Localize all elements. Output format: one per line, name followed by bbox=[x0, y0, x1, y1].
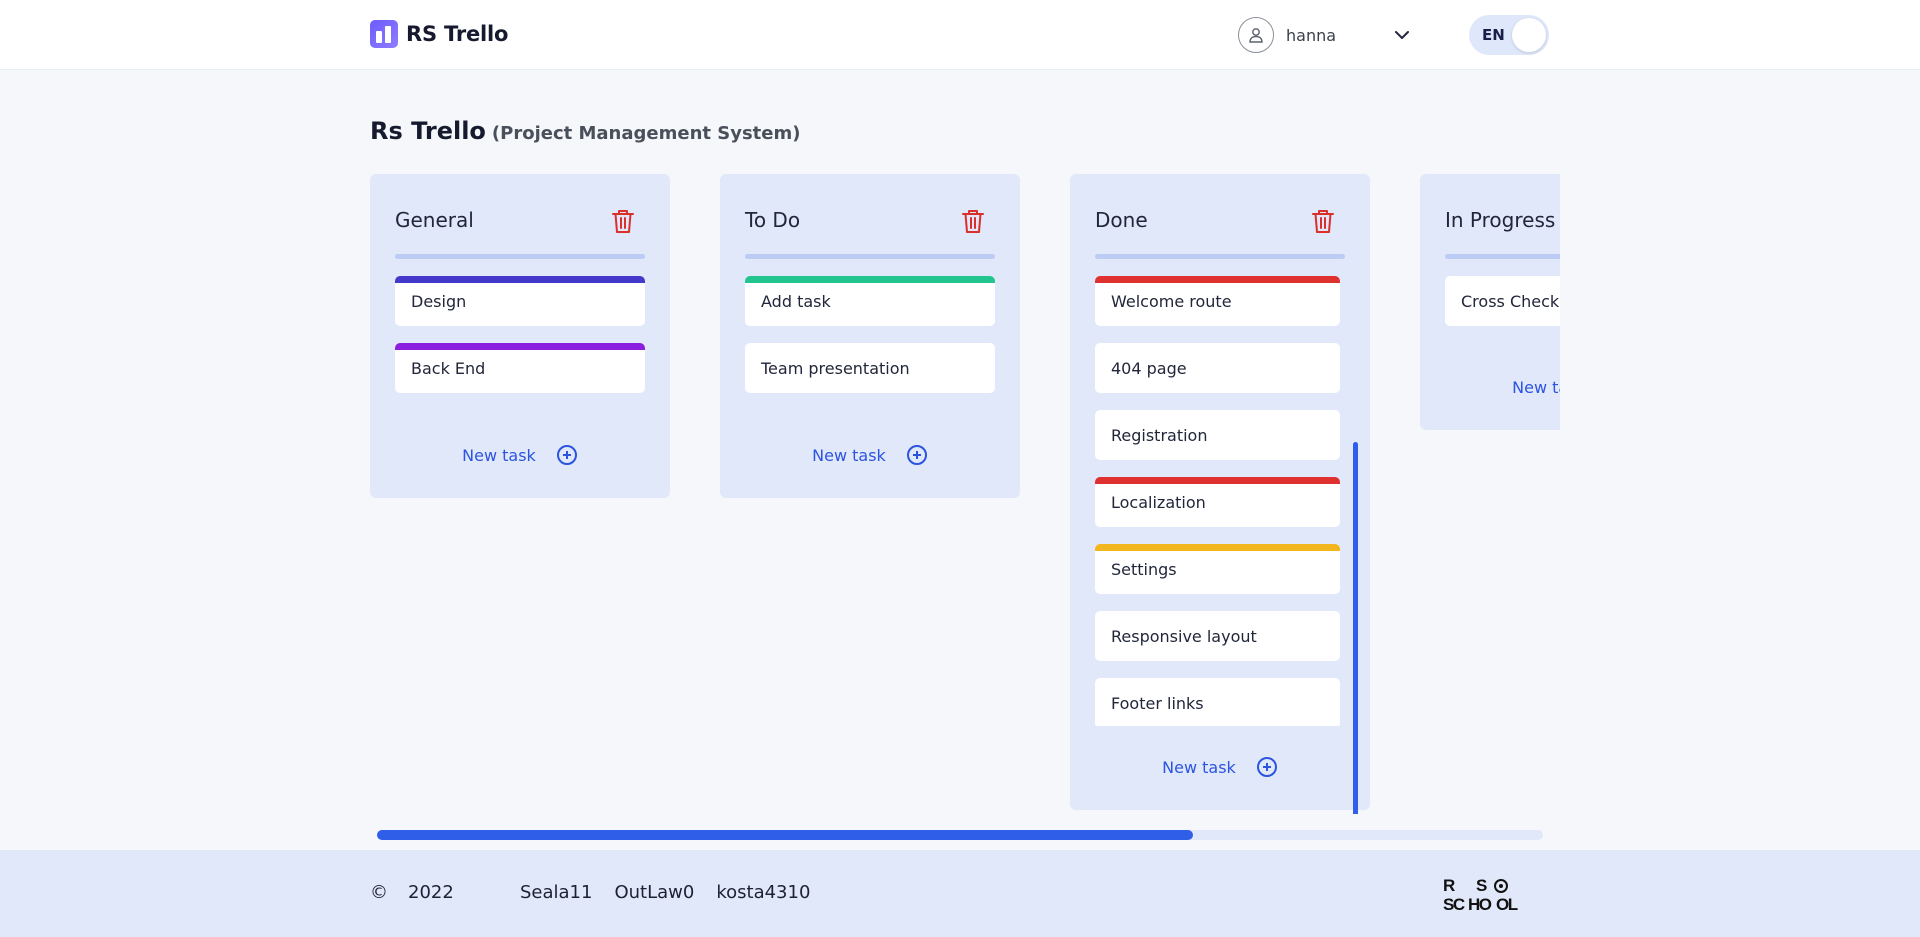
plus-circle-icon bbox=[1256, 757, 1277, 777]
username: hanna bbox=[1286, 25, 1337, 45]
chevron-down-icon[interactable] bbox=[1392, 25, 1412, 45]
column-divider bbox=[395, 254, 645, 259]
task-label: Back End bbox=[411, 359, 486, 378]
task-color-stripe bbox=[745, 276, 995, 283]
new-task-button[interactable]: New task bbox=[720, 444, 1020, 466]
board: General Design Back End New task To Do A… bbox=[370, 174, 1560, 814]
task-card[interactable]: Registration bbox=[1095, 410, 1340, 460]
task-label: Design bbox=[411, 292, 467, 311]
board-title: Rs Trello bbox=[370, 117, 486, 145]
task-card[interactable]: Team presentation bbox=[745, 343, 995, 393]
task-card[interactable]: Localization bbox=[1095, 477, 1340, 527]
column-title: General bbox=[395, 208, 474, 232]
author-link[interactable]: Seala11 bbox=[520, 882, 592, 903]
author-link[interactable]: OutLaw0 bbox=[614, 882, 694, 903]
svg-text:SC: SC bbox=[1443, 895, 1465, 913]
board-horizontal-scrollbar[interactable] bbox=[377, 830, 1543, 840]
task-card[interactable]: 404 page bbox=[1095, 343, 1340, 393]
app-logo[interactable]: RS Trello bbox=[370, 20, 508, 48]
task-card[interactable]: Back End bbox=[395, 343, 645, 393]
copyright-symbol: © bbox=[370, 882, 388, 903]
task-list[interactable]: Welcome route 404 page Registration Loca… bbox=[1095, 276, 1340, 726]
column-title: In Progress bbox=[1445, 208, 1556, 232]
task-list: Cross Check bbox=[1445, 276, 1560, 343]
column-done: Done Welcome route 404 page Registration… bbox=[1070, 174, 1370, 814]
task-label: Team presentation bbox=[761, 359, 910, 378]
author-link[interactable]: kosta4310 bbox=[716, 882, 810, 903]
svg-text:HO: HO bbox=[1468, 895, 1492, 913]
new-task-button[interactable]: New task bbox=[1070, 756, 1370, 778]
new-task-label: New task bbox=[462, 445, 536, 465]
toggle-knob bbox=[1512, 18, 1546, 52]
column-divider bbox=[745, 254, 995, 259]
task-label: Localization bbox=[1111, 493, 1206, 512]
task-color-stripe bbox=[395, 276, 645, 283]
app-name: RS Trello bbox=[406, 22, 509, 46]
task-card[interactable]: Cross Check bbox=[1445, 276, 1560, 326]
task-label: Cross Check bbox=[1461, 292, 1560, 311]
copyright: © 2022 bbox=[370, 882, 454, 903]
new-task-label: New task bbox=[1512, 377, 1560, 397]
task-color-stripe bbox=[395, 343, 645, 350]
task-label: 404 page bbox=[1111, 359, 1187, 378]
svg-text:R: R bbox=[1443, 877, 1455, 895]
column-header: General bbox=[395, 208, 645, 238]
svg-text:OL: OL bbox=[1496, 895, 1518, 913]
language-toggle[interactable]: EN bbox=[1469, 15, 1549, 55]
task-card[interactable]: Design bbox=[395, 276, 645, 326]
task-list: Design Back End bbox=[395, 276, 645, 410]
app-footer: © 2022 Seala11 OutLaw0 kosta4310 R S SC … bbox=[0, 850, 1920, 937]
new-task-button[interactable]: New task bbox=[1420, 376, 1560, 398]
task-card[interactable]: Welcome route bbox=[1095, 276, 1340, 326]
column-title: To Do bbox=[745, 208, 801, 232]
board-subtitle: (Project Management System) bbox=[491, 123, 801, 144]
task-card[interactable]: Footer links bbox=[1095, 678, 1340, 726]
plus-circle-icon bbox=[556, 445, 577, 465]
task-color-stripe bbox=[1095, 477, 1340, 484]
task-label: Footer links bbox=[1111, 694, 1204, 713]
task-list: Add task Team presentation bbox=[745, 276, 995, 410]
column-header: To Do bbox=[745, 208, 995, 238]
language-label: EN bbox=[1482, 26, 1505, 44]
column-todo: To Do Add task Team presentation New tas… bbox=[720, 174, 1020, 498]
logo-icon bbox=[370, 20, 398, 48]
trash-icon[interactable] bbox=[961, 208, 985, 234]
task-label: Settings bbox=[1111, 560, 1177, 579]
task-card[interactable]: Settings bbox=[1095, 544, 1340, 594]
user-avatar-icon bbox=[1238, 17, 1274, 53]
task-label: Welcome route bbox=[1111, 292, 1232, 311]
author-links: Seala11 OutLaw0 kosta4310 bbox=[520, 882, 810, 903]
task-color-stripe bbox=[1095, 276, 1340, 283]
plus-circle-icon bbox=[906, 445, 927, 465]
rs-school-logo[interactable]: R S SC HO OL bbox=[1443, 877, 1529, 913]
task-label: Responsive layout bbox=[1111, 627, 1257, 646]
trash-icon[interactable] bbox=[1311, 208, 1335, 234]
task-color-stripe bbox=[1095, 544, 1340, 551]
page-title: Rs Trello (Project Management System) bbox=[370, 117, 800, 145]
new-task-label: New task bbox=[1162, 757, 1236, 777]
column-divider bbox=[1095, 254, 1345, 259]
column-header: Done bbox=[1095, 208, 1345, 238]
new-task-button[interactable]: New task bbox=[370, 444, 670, 466]
column-general: General Design Back End New task bbox=[370, 174, 670, 498]
scrollbar-thumb[interactable] bbox=[377, 830, 1194, 840]
task-card[interactable]: Responsive layout bbox=[1095, 611, 1340, 661]
app-header: RS Trello hanna EN bbox=[0, 0, 1920, 70]
task-label: Registration bbox=[1111, 426, 1208, 445]
copyright-year: 2022 bbox=[408, 882, 454, 903]
new-task-label: New task bbox=[812, 445, 886, 465]
user-menu[interactable]: hanna bbox=[1238, 17, 1409, 53]
column-title: Done bbox=[1095, 208, 1148, 232]
column-in-progress: In Progress Cross Check New task bbox=[1420, 174, 1560, 430]
task-card[interactable]: Add task bbox=[745, 276, 995, 326]
task-label: Add task bbox=[761, 292, 831, 311]
trash-icon[interactable] bbox=[611, 208, 635, 234]
svg-text:S: S bbox=[1476, 877, 1487, 895]
column-divider bbox=[1445, 254, 1560, 259]
column-header: In Progress bbox=[1445, 208, 1560, 238]
